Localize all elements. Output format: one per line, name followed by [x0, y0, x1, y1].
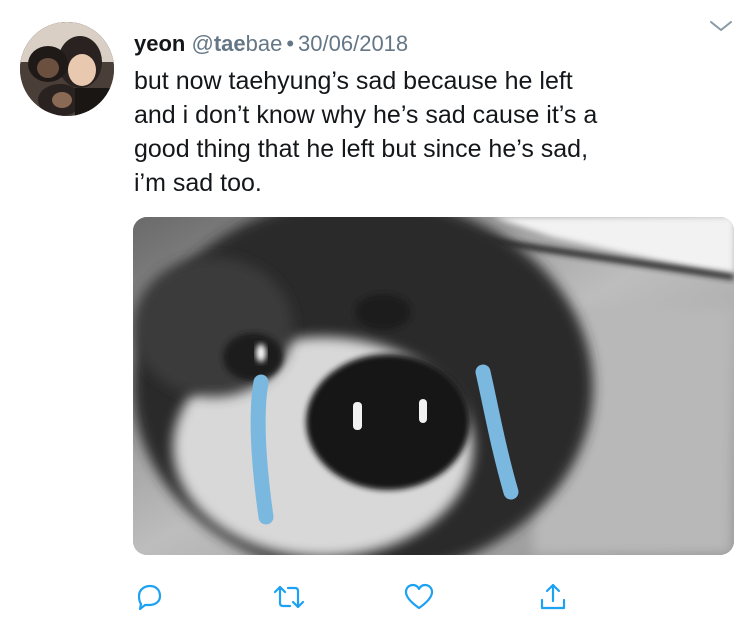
tweet-image[interactable] [133, 217, 734, 555]
tweet-date[interactable]: 30/06/2018 [298, 31, 408, 56]
tweet-text-line: good thing that he left but since he’s s… [134, 135, 589, 163]
tweet-text-line: i’m sad too. [134, 169, 262, 197]
tweet-text-line: but now taehyung’s sad because he left [134, 67, 573, 95]
user-handle[interactable]: @taebae [191, 31, 282, 56]
handle-rest-part: bae [245, 31, 283, 56]
tweet-text: but now taehyung’s sad because he left a… [134, 64, 734, 200]
separator-dot: • [286, 31, 295, 56]
display-name[interactable]: yeon [134, 31, 185, 56]
retweet-icon[interactable] [271, 582, 307, 612]
heart-icon[interactable] [403, 582, 435, 612]
tweet: yeon @taebae • 30/06/2018 but now taehyung… [0, 0, 750, 617]
tweet-text-line: and i don’t know why he’s sad cause it’s… [134, 101, 598, 129]
handle-bold-part: tae [213, 31, 246, 56]
tweet-header: yeon @taebae • 30/06/2018 [134, 30, 408, 58]
chevron-down-icon[interactable] [706, 16, 736, 38]
reply-icon[interactable] [133, 582, 165, 612]
avatar[interactable] [20, 22, 114, 116]
handle-at: @ [191, 31, 214, 56]
share-icon[interactable] [537, 582, 569, 612]
tweet-actions [133, 582, 593, 612]
